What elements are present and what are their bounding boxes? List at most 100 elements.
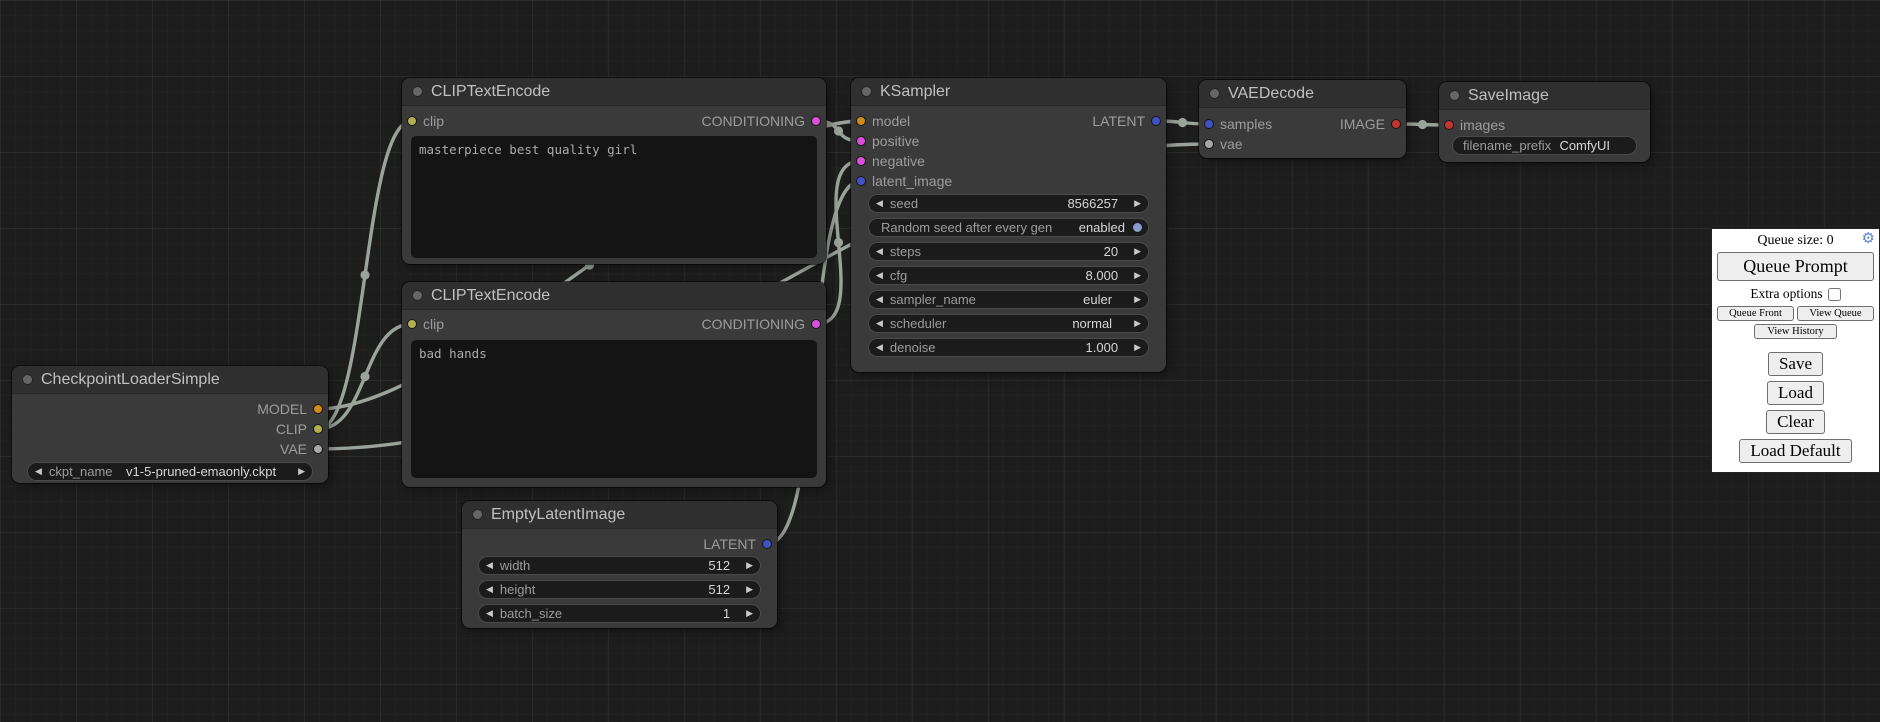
increment-arrow-icon[interactable]: ▶ xyxy=(1134,343,1141,352)
widget-sampler-name[interactable]: ◀ sampler_name euler ▶ xyxy=(868,290,1149,309)
node-title-bar[interactable]: CLIPTextEncode xyxy=(402,282,826,310)
output-port-latent[interactable] xyxy=(762,539,772,549)
decrement-arrow-icon[interactable]: ◀ xyxy=(876,295,883,304)
input-port-negative[interactable] xyxy=(856,156,866,166)
widget-label: Random seed after every gen xyxy=(881,220,1052,235)
output-label-clip: CLIP xyxy=(276,421,307,437)
output-port-clip[interactable] xyxy=(313,424,323,434)
widget-seed[interactable]: ◀ seed 8566257 ▶ xyxy=(868,194,1149,213)
increment-arrow-icon[interactable]: ▶ xyxy=(1134,295,1141,304)
node-checkpoint-loader[interactable]: CheckpointLoaderSimple MODEL CLIP VAE xyxy=(12,366,328,483)
view-queue-button[interactable]: View Queue xyxy=(1797,306,1874,321)
node-save-image[interactable]: SaveImage images filename_prefix ComfyUI xyxy=(1439,82,1650,162)
increment-arrow-icon[interactable]: ▶ xyxy=(746,609,753,618)
widget-width[interactable]: ◀ width 512 ▶ xyxy=(478,556,761,575)
input-port-samples[interactable] xyxy=(1204,119,1214,129)
node-clip-text-encode-positive[interactable]: CLIPTextEncode clip CONDITIONING masterp… xyxy=(402,78,826,264)
output-label-vae: VAE xyxy=(280,441,307,457)
collapse-dot-icon[interactable] xyxy=(1209,88,1220,99)
node-empty-latent-image[interactable]: EmptyLatentImage LATENT ◀ width 512 ▶ ◀ … xyxy=(462,501,777,628)
decrement-arrow-icon[interactable]: ◀ xyxy=(876,271,883,280)
increment-arrow-icon[interactable]: ▶ xyxy=(298,467,305,476)
node-title-bar[interactable]: KSampler xyxy=(851,78,1166,106)
prompt-textarea[interactable]: bad hands xyxy=(411,340,817,478)
widget-value: 8566257 xyxy=(1067,196,1118,211)
settings-gear-icon[interactable]: ⚙ xyxy=(1862,232,1875,247)
node-title-bar[interactable]: CLIPTextEncode xyxy=(402,78,826,106)
widget-steps[interactable]: ◀ steps 20 ▶ xyxy=(868,242,1149,261)
increment-arrow-icon[interactable]: ▶ xyxy=(746,585,753,594)
input-port-clip[interactable] xyxy=(407,116,417,126)
increment-arrow-icon[interactable]: ▶ xyxy=(1134,247,1141,256)
output-port-model[interactable] xyxy=(313,404,323,414)
widget-batch-size[interactable]: ◀ batch_size 1 ▶ xyxy=(478,604,761,623)
widget-filename-prefix[interactable]: filename_prefix ComfyUI xyxy=(1452,136,1637,155)
node-title-bar[interactable]: SaveImage xyxy=(1439,82,1650,110)
node-title-bar[interactable]: EmptyLatentImage xyxy=(462,501,777,529)
input-port-latent-image[interactable] xyxy=(856,176,866,186)
widget-scheduler[interactable]: ◀ scheduler normal ▶ xyxy=(868,314,1149,333)
node-clip-text-encode-negative[interactable]: CLIPTextEncode clip CONDITIONING bad han… xyxy=(402,282,826,487)
output-port-image[interactable] xyxy=(1391,119,1401,129)
input-port-clip[interactable] xyxy=(407,319,417,329)
widget-denoise[interactable]: ◀ denoise 1.000 ▶ xyxy=(868,338,1149,357)
node-title-bar[interactable]: CheckpointLoaderSimple xyxy=(12,366,328,394)
decrement-arrow-icon[interactable]: ◀ xyxy=(876,343,883,352)
input-label-images: images xyxy=(1460,117,1505,133)
extra-options-label: Extra options xyxy=(1750,286,1822,302)
save-button[interactable]: Save xyxy=(1768,352,1823,376)
node-title-bar[interactable]: VAEDecode xyxy=(1199,80,1406,108)
widget-label: sampler_name xyxy=(890,292,976,307)
input-label-model: model xyxy=(872,113,910,129)
output-label-conditioning: CONDITIONING xyxy=(702,316,805,332)
increment-arrow-icon[interactable]: ▶ xyxy=(1134,271,1141,280)
increment-arrow-icon[interactable]: ▶ xyxy=(746,561,753,570)
widget-random-seed-toggle[interactable]: Random seed after every gen enabled xyxy=(868,218,1149,237)
decrement-arrow-icon[interactable]: ◀ xyxy=(876,199,883,208)
decrement-arrow-icon[interactable]: ◀ xyxy=(876,247,883,256)
output-port-vae[interactable] xyxy=(313,444,323,454)
load-button[interactable]: Load xyxy=(1767,381,1824,405)
queue-front-button[interactable]: Queue Front xyxy=(1717,306,1794,321)
widget-height[interactable]: ◀ height 512 ▶ xyxy=(478,580,761,599)
widget-ckpt-name[interactable]: ◀ ckpt_name v1-5-pruned-emaonly.ckpt ▶ xyxy=(27,462,313,481)
decrement-arrow-icon[interactable]: ◀ xyxy=(486,585,493,594)
widget-label: batch_size xyxy=(500,606,562,621)
input-port-images[interactable] xyxy=(1444,120,1454,130)
collapse-dot-icon[interactable] xyxy=(472,509,483,520)
prompt-textarea[interactable]: masterpiece best quality girl xyxy=(411,136,817,258)
input-port-positive[interactable] xyxy=(856,136,866,146)
node-vae-decode[interactable]: VAEDecode samples IMAGE vae xyxy=(1199,80,1406,158)
output-port-latent[interactable] xyxy=(1151,116,1161,126)
output-port-conditioning[interactable] xyxy=(811,116,821,126)
widget-cfg[interactable]: ◀ cfg 8.000 ▶ xyxy=(868,266,1149,285)
increment-arrow-icon[interactable]: ▶ xyxy=(1134,199,1141,208)
collapse-dot-icon[interactable] xyxy=(861,86,872,97)
input-port-model[interactable] xyxy=(856,116,866,126)
decrement-arrow-icon[interactable]: ◀ xyxy=(876,319,883,328)
widget-label: ckpt_name xyxy=(49,464,113,479)
decrement-arrow-icon[interactable]: ◀ xyxy=(486,561,493,570)
view-history-button[interactable]: View History xyxy=(1754,324,1836,339)
queue-prompt-button[interactable]: Queue Prompt xyxy=(1717,252,1874,281)
node-ksampler[interactable]: KSampler model LATENT positive xyxy=(851,78,1166,372)
collapse-dot-icon[interactable] xyxy=(412,290,423,301)
collapse-dot-icon[interactable] xyxy=(412,86,423,97)
load-default-button[interactable]: Load Default xyxy=(1739,439,1851,463)
collapse-dot-icon[interactable] xyxy=(22,374,33,385)
widget-label: steps xyxy=(890,244,921,259)
clear-button[interactable]: Clear xyxy=(1766,410,1825,434)
comfy-menu-panel: Queue size: 0 ⚙ Queue Prompt Extra optio… xyxy=(1711,228,1880,473)
decrement-arrow-icon[interactable]: ◀ xyxy=(35,467,42,476)
collapse-dot-icon[interactable] xyxy=(1449,90,1460,101)
wire-midpoint-dot xyxy=(360,270,369,279)
output-port-conditioning[interactable] xyxy=(811,319,821,329)
node-title: CLIPTextEncode xyxy=(431,83,550,101)
decrement-arrow-icon[interactable]: ◀ xyxy=(486,609,493,618)
extra-options-checkbox[interactable] xyxy=(1828,288,1841,301)
node-graph-canvas[interactable]: CheckpointLoaderSimple MODEL CLIP VAE xyxy=(0,0,1880,722)
increment-arrow-icon[interactable]: ▶ xyxy=(1134,319,1141,328)
widget-value: enabled xyxy=(1079,220,1125,235)
input-port-vae[interactable] xyxy=(1204,139,1214,149)
toggle-on-dot-icon[interactable] xyxy=(1132,222,1143,233)
